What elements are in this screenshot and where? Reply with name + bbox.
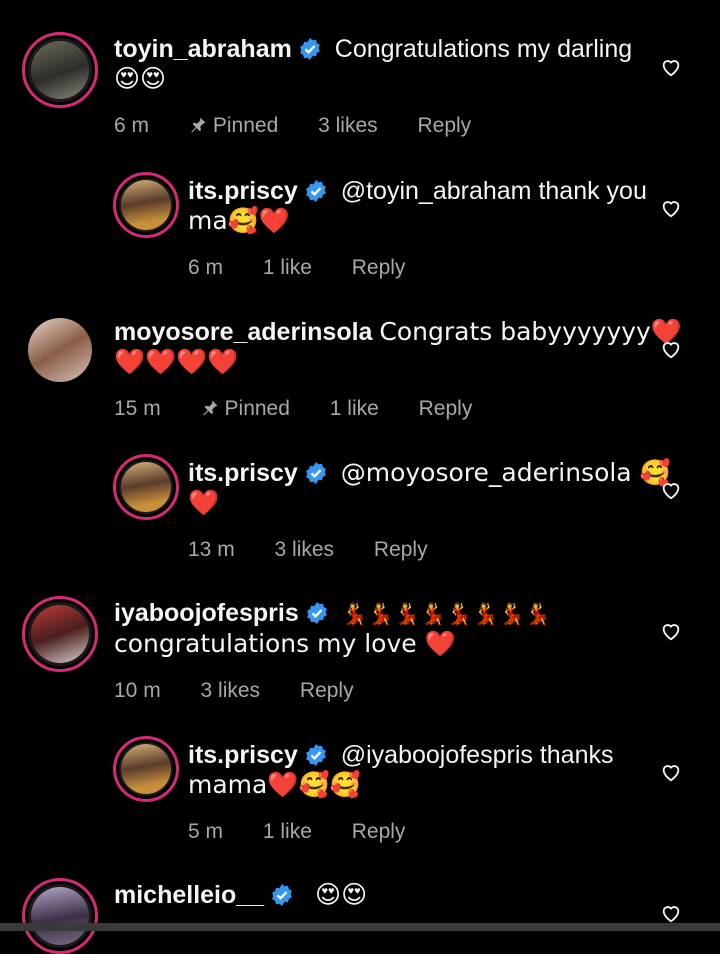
username[interactable]: toyin_abraham (114, 35, 292, 63)
likes-count[interactable]: 1 like (330, 397, 379, 420)
like-heart-icon[interactable] (660, 902, 682, 924)
comment-text: Congrats babyyyyyyy❤️ (379, 317, 682, 346)
verified-icon (272, 884, 292, 906)
verified-icon (305, 180, 326, 202)
likes-count[interactable]: 1 like (263, 256, 312, 279)
comment-text: 😍😍 (315, 880, 368, 909)
comment-time: 10 m (114, 679, 161, 702)
comment-text-line2: ma🥰❤️ (188, 206, 290, 235)
avatar[interactable] (22, 878, 98, 954)
reply-button[interactable]: Reply (352, 256, 406, 279)
comment-text: @toyin_abraham thank you (340, 177, 647, 205)
pinned-label: Pinned (201, 397, 290, 420)
reply-button[interactable]: Reply (419, 397, 473, 420)
avatar[interactable] (113, 172, 179, 238)
verified-icon (299, 38, 320, 60)
comment-text-line2: 😍😍 (114, 64, 167, 93)
pin-icon (191, 117, 206, 133)
avatar[interactable] (22, 596, 98, 672)
like-heart-icon[interactable] (660, 620, 682, 642)
username[interactable]: its.priscy (188, 177, 298, 205)
verified-icon (305, 462, 326, 484)
bottom-bar (0, 923, 720, 931)
username[interactable]: moyosore_aderinsola (114, 318, 372, 346)
pinned-label: Pinned (189, 114, 278, 137)
likes-count[interactable]: 1 like (263, 820, 312, 843)
reply-button[interactable]: Reply (352, 820, 406, 843)
comment-text: 💃💃💃💃💃💃💃💃 (341, 602, 551, 626)
avatar[interactable] (22, 32, 98, 108)
comment-text-line2: ❤️ (188, 488, 220, 517)
pin-icon (202, 400, 218, 416)
likes-count[interactable]: 3 likes (201, 679, 261, 702)
comment-time: 6 m (114, 114, 150, 137)
comment-text: Congratulations my darling (334, 35, 633, 63)
comment-text-line2: congratulations my love ❤️ (114, 629, 456, 658)
comment-time: 5 m (188, 820, 224, 843)
comment-text-line2: mama❤️🥰🥰 (188, 770, 361, 799)
avatar[interactable] (113, 454, 179, 520)
username[interactable]: its.priscy (188, 459, 298, 487)
reply-button[interactable]: Reply (374, 538, 428, 561)
like-heart-icon[interactable] (660, 479, 682, 501)
username[interactable]: michelleio__ (114, 881, 264, 909)
username[interactable]: iyaboojofespris (114, 599, 299, 627)
comment-time: 13 m (188, 538, 235, 561)
comment-time: 6 m (188, 256, 224, 279)
reply-button[interactable]: Reply (417, 114, 471, 137)
like-heart-icon[interactable] (660, 338, 682, 360)
reply-button[interactable]: Reply (300, 679, 354, 702)
likes-count[interactable]: 3 likes (318, 114, 378, 137)
like-heart-icon[interactable] (660, 56, 682, 78)
likes-count[interactable]: 3 likes (275, 538, 335, 561)
like-heart-icon[interactable] (660, 761, 682, 783)
verified-icon (305, 744, 326, 766)
comment-text: @iyaboojofespris thanks (340, 741, 614, 769)
verified-icon (306, 602, 327, 624)
avatar[interactable] (113, 736, 179, 802)
avatar[interactable] (28, 318, 92, 382)
comment-text: @moyosore_aderinsola 🥰 (340, 458, 671, 487)
like-heart-icon[interactable] (660, 197, 682, 219)
comment-time: 15 m (114, 397, 161, 420)
username[interactable]: its.priscy (188, 741, 298, 769)
comment-text-line2: ❤️❤️❤️❤️ (114, 347, 239, 376)
